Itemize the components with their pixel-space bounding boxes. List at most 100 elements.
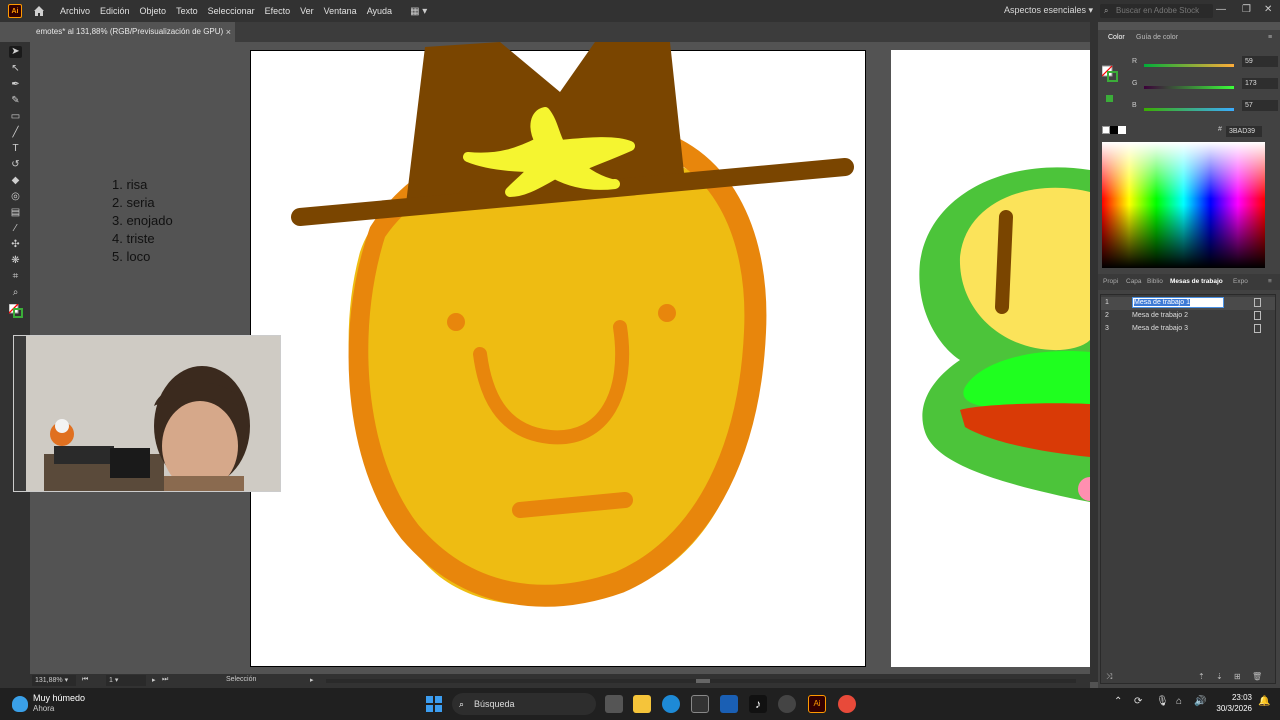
curvature-tool-icon[interactable]: ✎ — [9, 95, 22, 107]
chrome-icon[interactable] — [838, 695, 856, 713]
artboard-options-icon[interactable] — [1254, 298, 1261, 307]
edge-icon[interactable] — [662, 695, 680, 713]
gradient-tool-icon[interactable]: ▤ — [9, 207, 22, 219]
start-button-icon[interactable] — [426, 696, 442, 712]
rearrange-artboards-icon[interactable]: ⤨ — [1106, 672, 1112, 682]
green-slider[interactable]: G 173 — [1122, 78, 1278, 94]
new-artboard-icon[interactable]: ⊞ — [1234, 672, 1241, 681]
paintbrush-tool-icon[interactable]: ╱ — [9, 127, 22, 139]
artboard-tool-icon[interactable]: ⌗ — [9, 271, 22, 283]
rotate-tool-icon[interactable]: ↺ — [9, 159, 22, 171]
arrange-documents-icon[interactable]: ▦ ▾ — [410, 6, 427, 17]
network-icon[interactable]: ⌂ — [1176, 696, 1182, 707]
sync-icon[interactable]: ⟳ — [1134, 696, 1142, 707]
red-slider[interactable]: R 59 — [1122, 56, 1278, 72]
cowboy-emote[interactable] — [291, 42, 854, 607]
menu-objeto[interactable]: Objeto — [140, 6, 167, 16]
zoom-level-field[interactable]: 131,88% ▾ — [32, 675, 76, 686]
last-artboard-icon[interactable]: ⏭ — [162, 676, 168, 684]
shape-builder-tool-icon[interactable]: ✣ — [9, 239, 22, 251]
hex-input[interactable]: 3BAD39 — [1226, 126, 1262, 137]
blue-slider[interactable]: B 57 — [1122, 100, 1278, 116]
panel-menu-icon-2[interactable]: ≡ — [1268, 278, 1272, 285]
none-black-white-swatches[interactable] — [1102, 126, 1128, 134]
menu-efecto[interactable]: Efecto — [265, 6, 291, 16]
menu-ver[interactable]: Ver — [300, 6, 314, 16]
artboard-row-1[interactable]: 1 Mesa de trabajo 1 — [1101, 297, 1275, 310]
artboard-options-icon[interactable] — [1254, 311, 1261, 320]
horizontal-scrollbar[interactable] — [326, 679, 1076, 683]
tab-color[interactable]: Color — [1108, 34, 1125, 41]
notifications-icon[interactable]: 🔔 — [1258, 696, 1270, 707]
eyedropper-tool-icon[interactable]: ⁄ — [9, 223, 22, 235]
file-explorer-icon[interactable] — [633, 695, 651, 713]
next-artboard-icon[interactable]: ▸ — [152, 676, 156, 684]
clock[interactable]: 23:03 30/3/2026 — [1212, 692, 1252, 714]
artboard-row-3[interactable]: 3 Mesa de trabajo 3 — [1101, 323, 1275, 336]
move-up-icon[interactable]: ⇡ — [1198, 672, 1205, 681]
lasso-tool-icon[interactable]: ◎ — [9, 191, 22, 203]
obs-icon[interactable] — [778, 695, 796, 713]
eraser-tool-icon[interactable]: ◆ — [9, 175, 22, 187]
tab-export[interactable]: Expo — [1233, 278, 1248, 285]
zoom-tool-icon[interactable]: ⌕ — [9, 287, 22, 299]
workspace-switcher[interactable]: Aspectos esenciales ▾ — [1004, 5, 1093, 16]
mail-icon[interactable] — [720, 695, 738, 713]
task-view-icon[interactable] — [605, 695, 623, 713]
symbol-sprayer-tool-icon[interactable]: ❋ — [9, 255, 22, 267]
store-icon[interactable] — [691, 695, 709, 713]
selection-tool-icon[interactable]: ➤ — [9, 46, 22, 58]
fill-stroke-icon[interactable] — [8, 303, 23, 318]
taskbar-search[interactable]: ⌕ Búsqueda — [452, 693, 596, 715]
blue-value-input[interactable]: 57 — [1242, 100, 1278, 111]
panel-menu-icon[interactable]: ≡ — [1268, 34, 1272, 41]
blue-track[interactable] — [1144, 108, 1234, 111]
tab-color-guide[interactable]: Guía de color — [1136, 34, 1178, 41]
artboard-number-field[interactable]: 1 ▾ — [106, 675, 146, 686]
menu-archivo[interactable]: Archivo — [60, 6, 90, 16]
menu-texto[interactable]: Texto — [176, 6, 198, 16]
scrollbar-thumb[interactable] — [696, 679, 710, 683]
tab-properties[interactable]: Propi — [1103, 278, 1118, 285]
frog-emote[interactable] — [919, 167, 1090, 502]
artboard-options-icon[interactable] — [1254, 324, 1261, 333]
pen-tool-icon[interactable]: ✒ — [9, 79, 22, 91]
tab-artboards[interactable]: Mesas de trabajo — [1170, 278, 1223, 285]
illustrator-taskbar-icon[interactable]: Ai — [808, 695, 826, 713]
red-label: R — [1132, 58, 1138, 65]
tab-libraries[interactable]: Biblio — [1147, 278, 1163, 285]
close-tab-icon[interactable]: × — [226, 22, 231, 42]
red-value-input[interactable]: 59 — [1242, 56, 1278, 67]
rectangle-tool-icon[interactable]: ▭ — [9, 111, 22, 123]
volume-icon[interactable]: 🔊 — [1194, 696, 1206, 707]
close-icon[interactable]: ✕ — [1264, 4, 1272, 15]
green-value-input[interactable]: 173 — [1242, 78, 1278, 89]
weather-widget[interactable]: Muy húmedo Ahora — [10, 693, 100, 715]
tab-layers[interactable]: Capa — [1126, 278, 1142, 285]
red-track[interactable] — [1144, 64, 1234, 67]
maximize-icon[interactable]: ❐ — [1242, 4, 1251, 15]
minimize-icon[interactable]: — — [1216, 4, 1226, 15]
microphone-icon[interactable]: 🎙 — [1156, 696, 1169, 707]
type-tool-icon[interactable]: T — [9, 143, 22, 155]
tray-overflow-icon[interactable]: ⌃ — [1114, 696, 1122, 707]
direct-selection-tool-icon[interactable]: ↖ — [9, 63, 22, 75]
artboard-name-input[interactable]: Mesa de trabajo 1 — [1132, 297, 1224, 308]
fill-stroke-swatch-icon[interactable] — [1102, 52, 1120, 110]
move-down-icon[interactable]: ⇣ — [1216, 672, 1223, 681]
menu-ventana[interactable]: Ventana — [324, 6, 357, 16]
home-icon[interactable] — [32, 4, 46, 18]
adobe-stock-search[interactable]: ⌕ Buscar en Adobe Stock — [1100, 4, 1213, 18]
first-artboard-icon[interactable]: ⏮ — [82, 676, 88, 684]
menu-edicion[interactable]: Edición — [100, 6, 130, 16]
green-track[interactable] — [1144, 86, 1234, 89]
delete-artboard-icon[interactable]: 🗑 — [1252, 672, 1262, 681]
tiktok-icon[interactable]: ♪ — [749, 695, 767, 713]
status-menu-arrow-icon[interactable]: ▸ — [310, 676, 314, 684]
menu-ayuda[interactable]: Ayuda — [367, 6, 392, 16]
artboard-row-2[interactable]: 2 Mesa de trabajo 2 — [1101, 310, 1275, 323]
document-tab[interactable]: emotes* al 131,88% (RGB/Previsualización… — [30, 22, 235, 42]
menu-seleccionar[interactable]: Seleccionar — [208, 6, 255, 16]
color-spectrum[interactable] — [1102, 142, 1265, 268]
artboard-row-number: 2 — [1105, 312, 1109, 319]
